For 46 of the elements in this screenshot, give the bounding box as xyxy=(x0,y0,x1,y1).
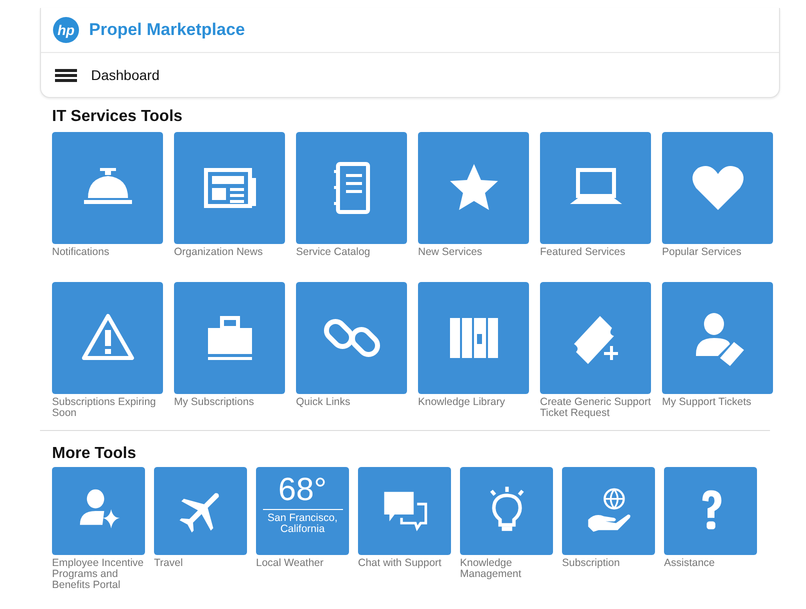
tile-label: Local Weather xyxy=(256,558,325,569)
tile-button[interactable] xyxy=(418,282,529,394)
app-title: Propel Marketplace xyxy=(89,20,245,40)
tile-label: Quick Links xyxy=(296,397,352,408)
tile-button[interactable] xyxy=(460,467,553,555)
tile-button[interactable] xyxy=(664,467,757,555)
tile-button[interactable] xyxy=(418,132,529,244)
tile-button[interactable] xyxy=(296,282,407,394)
tile-label: Popular Services xyxy=(662,247,742,258)
tile-button[interactable] xyxy=(52,467,145,555)
tile-button[interactable] xyxy=(52,132,163,244)
tile-button[interactable] xyxy=(662,132,773,244)
tile-label: Organization News xyxy=(174,247,264,258)
temperature: 68° xyxy=(262,471,342,510)
location-text: San Francisco, California xyxy=(266,513,339,535)
tile-button[interactable] xyxy=(358,467,451,555)
tile-button[interactable] xyxy=(562,467,655,555)
tile-label: New Services xyxy=(418,247,484,258)
tile-label: Service Catalog xyxy=(296,247,372,258)
logo-icon: hp xyxy=(53,17,79,43)
tile-label: Notifications xyxy=(52,247,110,258)
tile-label: Subscriptions Expiring Soon xyxy=(52,397,157,419)
section-heading: More Tools xyxy=(52,445,138,463)
tile-label: Chat with Support xyxy=(358,558,442,569)
tile-label: Travel xyxy=(154,558,184,569)
menu-icon[interactable] xyxy=(55,68,77,82)
tile-button[interactable]: 68° San Francisco, California xyxy=(256,467,349,555)
tile-button[interactable] xyxy=(540,132,651,244)
tile-label: My Support Tickets xyxy=(662,397,752,408)
tile-button[interactable] xyxy=(154,467,247,555)
tile-label: Featured Services xyxy=(540,247,626,258)
tile-button[interactable] xyxy=(540,282,651,394)
tile-label: Subscription xyxy=(562,558,621,569)
tile-button[interactable] xyxy=(52,282,163,394)
tile-label: My Subscriptions xyxy=(174,397,255,408)
tile-button[interactable] xyxy=(174,282,285,394)
tile-button[interactable] xyxy=(174,132,285,244)
tile-button[interactable] xyxy=(662,282,773,394)
tile-label: Knowledge Management xyxy=(460,558,522,580)
tile-label: Knowledge Library xyxy=(418,397,506,408)
tile-button[interactable] xyxy=(296,132,407,244)
tile-label: Create Generic Support Ticket Request xyxy=(540,397,651,419)
breadcrumb-label: Dashboard xyxy=(91,67,160,83)
section-heading: IT Services Tools xyxy=(52,108,184,126)
tile-label: Assistance xyxy=(664,558,716,569)
tile-label: Employee Incentive Programs and Benefits Portal xyxy=(52,558,145,591)
